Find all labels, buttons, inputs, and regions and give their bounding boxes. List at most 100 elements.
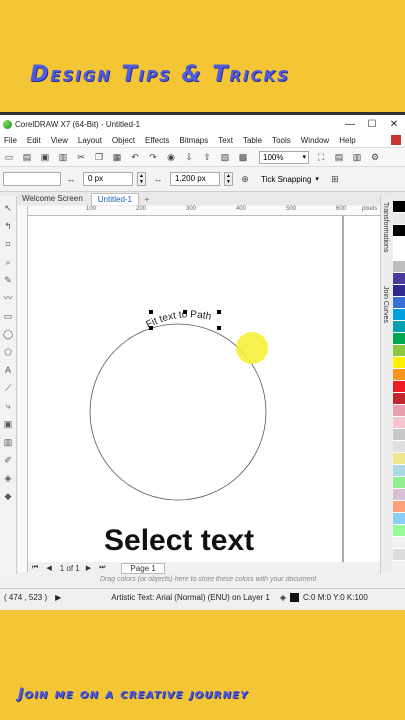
docker-tab-transformations[interactable]: Transformations <box>382 202 389 252</box>
add-page-icon[interactable]: ⊞ <box>329 173 341 185</box>
docker-tab-join-curves[interactable]: Join Curves <box>382 286 389 323</box>
print-icon[interactable]: ▥ <box>57 151 69 163</box>
publish-pdf-icon[interactable]: ▨ <box>219 151 231 163</box>
import-icon[interactable]: ⇩ <box>183 151 195 163</box>
menu-bitmaps[interactable]: Bitmaps <box>179 136 208 145</box>
palette-swatch[interactable] <box>393 417 405 429</box>
palette-swatch[interactable] <box>393 273 405 285</box>
prev-page-icon[interactable]: ◀ <box>46 564 51 572</box>
paste-icon[interactable]: ▦ <box>111 151 123 163</box>
chevron-down-icon[interactable]: ▾ <box>315 175 319 183</box>
menu-view[interactable]: View <box>51 136 68 145</box>
interactive-fill-icon[interactable]: ◈ <box>2 472 14 484</box>
palette-swatch[interactable] <box>393 261 405 273</box>
tab-untitled-1[interactable]: Untitled-1 <box>90 193 140 205</box>
nudge-icon[interactable]: ⊕ <box>239 173 251 185</box>
parallel-dimension-icon[interactable]: ⟋ <box>2 382 14 394</box>
menu-edit[interactable]: Edit <box>27 136 41 145</box>
palette-swatch[interactable] <box>393 393 405 405</box>
fill-color-swatch[interactable] <box>290 592 300 602</box>
connector-tool-icon[interactable]: ⤷ <box>2 400 14 412</box>
menu-effects[interactable]: Effects <box>145 136 169 145</box>
freehand-tool-icon[interactable]: ✎ <box>2 274 14 286</box>
drop-shadow-icon[interactable]: ▣ <box>2 418 14 430</box>
palette-swatch[interactable] <box>393 489 405 501</box>
palette-swatch[interactable] <box>393 213 405 225</box>
menu-text[interactable]: Text <box>218 136 233 145</box>
palette-swatch[interactable] <box>393 477 405 489</box>
x-position-spinner[interactable]: ▲ ▼ <box>137 172 146 186</box>
menu-table[interactable]: Table <box>243 136 262 145</box>
application-launcher-icon[interactable]: ▩ <box>237 151 249 163</box>
palette-swatch[interactable] <box>393 405 405 417</box>
width-field[interactable]: 1,200 px <box>170 172 220 186</box>
drawing-canvas[interactable]: Fit text to Path <box>28 216 380 562</box>
options-icon[interactable]: ⚙ <box>369 151 381 163</box>
tab-welcome-screen[interactable]: Welcome Screen <box>16 193 89 205</box>
zoom-level-select[interactable]: 100% <box>259 150 309 164</box>
minimize-button[interactable]: — <box>339 119 361 130</box>
transparency-icon[interactable]: ▥ <box>2 436 14 448</box>
palette-swatch[interactable] <box>393 297 405 309</box>
snap-to-icon[interactable]: ▥ <box>351 151 363 163</box>
menu-help[interactable]: Help <box>339 136 355 145</box>
palette-swatch[interactable] <box>393 537 405 549</box>
eyedropper-icon[interactable]: ✐ <box>2 454 14 466</box>
last-page-icon[interactable]: ⏭ <box>99 564 105 572</box>
preset-selector[interactable] <box>3 172 61 186</box>
undo-icon[interactable]: ↶ <box>129 151 141 163</box>
cut-icon[interactable]: ✂ <box>75 151 87 163</box>
menu-file[interactable]: File <box>4 136 17 145</box>
palette-swatch[interactable] <box>393 453 405 465</box>
palette-swatch[interactable] <box>393 465 405 477</box>
palette-swatch[interactable] <box>393 237 405 249</box>
palette-swatch[interactable] <box>393 249 405 261</box>
redo-icon[interactable]: ↷ <box>147 151 159 163</box>
palette-swatch[interactable] <box>393 381 405 393</box>
status-arrow-icon[interactable]: ▶ <box>55 593 61 602</box>
palette-swatch[interactable] <box>393 429 405 441</box>
palette-swatch[interactable] <box>393 285 405 297</box>
search-content-icon[interactable]: ◉ <box>165 151 177 163</box>
palette-swatch[interactable] <box>393 369 405 381</box>
menu-layout[interactable]: Layout <box>78 136 102 145</box>
next-page-icon[interactable]: ▶ <box>86 564 91 572</box>
open-folder-icon[interactable]: ▤ <box>21 151 33 163</box>
polygon-tool-icon[interactable]: ⬠ <box>2 346 14 358</box>
x-position-field[interactable]: 0 px <box>83 172 133 186</box>
palette-swatch[interactable] <box>393 321 405 333</box>
palette-swatch[interactable] <box>393 201 405 213</box>
page-tab[interactable]: Page 1 <box>121 562 165 574</box>
add-tab-icon[interactable]: + <box>141 195 153 205</box>
palette-swatch[interactable] <box>393 309 405 321</box>
zoom-tool-icon[interactable]: ⌕ <box>2 256 14 268</box>
close-button[interactable]: ✕ <box>383 119 405 130</box>
palette-swatch[interactable] <box>393 333 405 345</box>
palette-swatch[interactable] <box>393 513 405 525</box>
pick-tool-icon[interactable]: ↖ <box>2 202 14 214</box>
copy-icon[interactable]: ❐ <box>93 151 105 163</box>
show-rulers-icon[interactable]: ▤ <box>333 151 345 163</box>
text-tool-icon[interactable]: A <box>2 364 14 376</box>
tick-snapping-dropdown[interactable]: Tick Snapping <box>261 175 311 184</box>
maximize-button[interactable]: ☐ <box>361 119 383 130</box>
smart-fill-icon[interactable]: ◆ <box>2 490 14 502</box>
full-screen-icon[interactable]: ⛶ <box>315 151 327 163</box>
new-document-icon[interactable]: ▭ <box>3 151 15 163</box>
ellipse-tool-icon[interactable]: ◯ <box>2 328 14 340</box>
palette-swatch[interactable] <box>393 441 405 453</box>
palette-swatch[interactable] <box>393 549 405 561</box>
palette-swatch[interactable] <box>393 357 405 369</box>
palette-swatch[interactable] <box>393 345 405 357</box>
save-icon[interactable]: ▣ <box>39 151 51 163</box>
crop-tool-icon[interactable]: ⌗ <box>2 238 14 250</box>
palette-swatch[interactable] <box>393 525 405 537</box>
artistic-media-icon[interactable]: 〰 <box>2 292 14 304</box>
palette-swatch[interactable] <box>393 501 405 513</box>
user-icon[interactable] <box>391 135 401 145</box>
first-page-icon[interactable]: ⏮ <box>32 564 38 572</box>
document-palette[interactable]: Drag colors (or objects) here to store t… <box>0 574 405 586</box>
export-icon[interactable]: ⇧ <box>201 151 213 163</box>
rectangle-tool-icon[interactable]: ▭ <box>2 310 14 322</box>
palette-swatch[interactable] <box>393 225 405 237</box>
